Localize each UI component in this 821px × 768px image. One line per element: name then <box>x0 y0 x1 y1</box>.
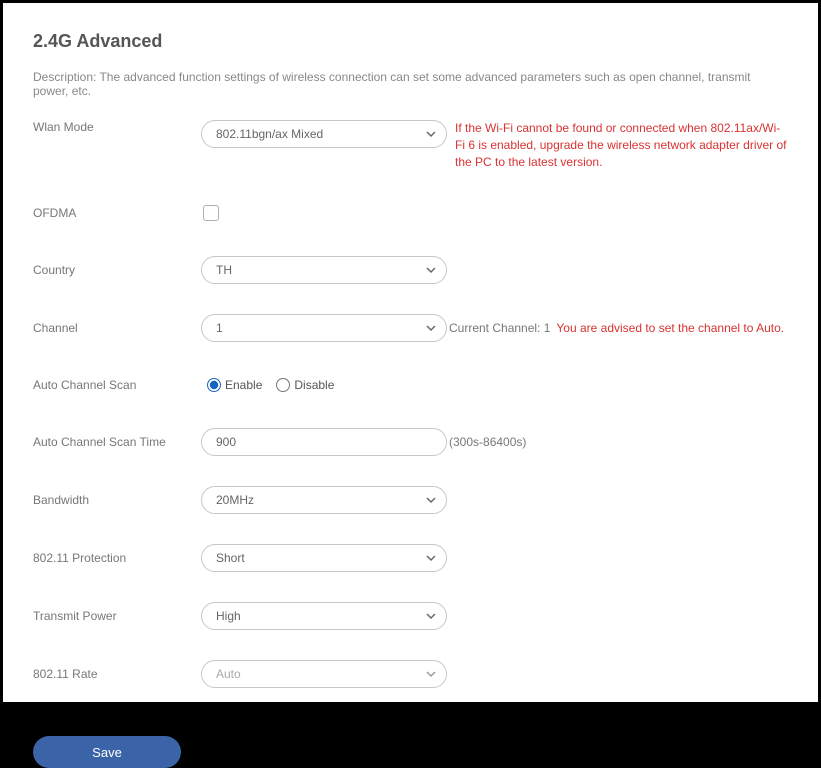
bandwidth-label: Bandwidth <box>33 493 201 507</box>
protection-label: 802.11 Protection <box>33 551 201 565</box>
tx-power-select[interactable]: High <box>201 602 447 630</box>
auto-scan-label: Auto Channel Scan <box>33 378 201 392</box>
auto-scan-disable-option[interactable]: Disable <box>276 378 334 392</box>
wlan-mode-select[interactable]: 802.11bgn/ax Mixed <box>201 120 447 148</box>
channel-label: Channel <box>33 321 201 335</box>
channel-advice-text: You are advised to set the channel to Au… <box>556 321 784 335</box>
disable-label: Disable <box>294 378 334 392</box>
protection-select[interactable]: Short <box>201 544 447 572</box>
rate-select[interactable]: Auto <box>201 660 447 688</box>
scan-time-input[interactable] <box>201 428 447 456</box>
current-channel-text: Current Channel: 1 <box>449 321 550 335</box>
wlan-mode-warning: If the Wi-Fi cannot be found or connecte… <box>455 120 788 170</box>
ofdma-label: OFDMA <box>33 206 201 220</box>
wlan-mode-label: Wlan Mode <box>33 120 201 134</box>
enable-label: Enable <box>225 378 262 392</box>
tx-power-label: Transmit Power <box>33 609 201 623</box>
auto-scan-enable-radio[interactable] <box>207 378 221 392</box>
auto-scan-disable-radio[interactable] <box>276 378 290 392</box>
channel-select[interactable]: 1 <box>201 314 447 342</box>
page-title: 2.4G Advanced <box>33 31 788 52</box>
country-label: Country <box>33 263 201 277</box>
save-button[interactable]: Save <box>33 736 181 768</box>
rate-label: 802.11 Rate <box>33 667 201 681</box>
auto-scan-enable-option[interactable]: Enable <box>207 378 262 392</box>
page-description: Description: The advanced function setti… <box>33 70 788 98</box>
scan-time-label: Auto Channel Scan Time <box>33 435 201 449</box>
ofdma-checkbox[interactable] <box>203 205 219 221</box>
scan-time-range-text: (300s-86400s) <box>449 435 526 449</box>
bandwidth-select[interactable]: 20MHz <box>201 486 447 514</box>
country-select[interactable]: TH <box>201 256 447 284</box>
